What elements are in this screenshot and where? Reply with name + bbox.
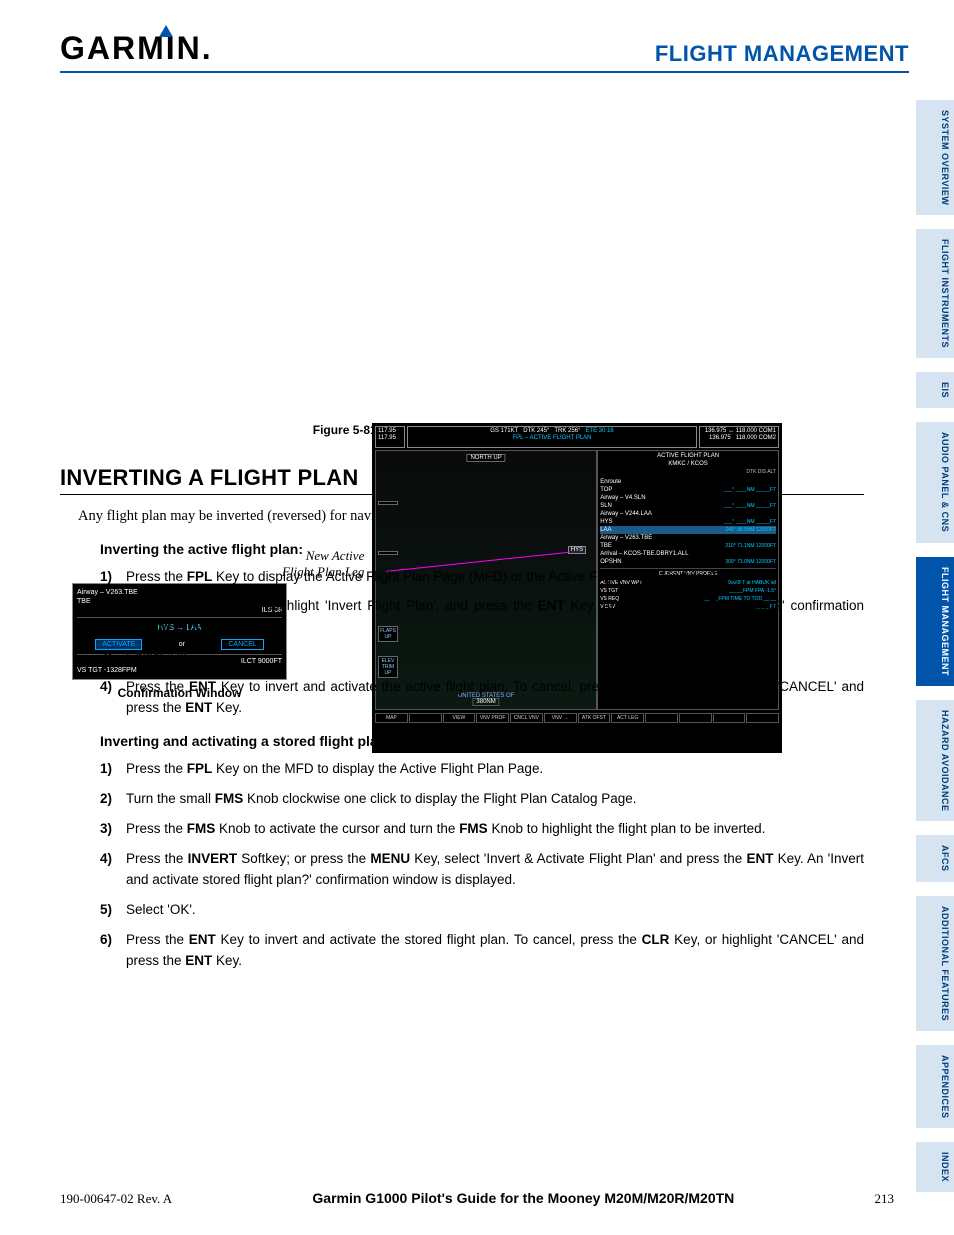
side-tab[interactable]: SYSTEM OVERVIEW (916, 100, 954, 215)
procedure-step: Press the ENT Key to invert and activate… (100, 930, 864, 972)
side-tab[interactable]: HAZARD AVOIDANCE (916, 700, 954, 822)
footer-pagenum: 213 (875, 1191, 895, 1207)
side-tab-bar: SYSTEM OVERVIEW FLIGHT INSTRUMENTS EIS AUDI… (916, 100, 954, 1192)
page-footer: 190-00647-02 Rev. A Garmin G1000 Pilot's… (60, 1190, 894, 1207)
side-tab[interactable]: FLIGHT INSTRUMENTS (916, 229, 954, 358)
procedure-step: Press the FPL Key on the MFD to display … (100, 759, 864, 780)
logo-text: GARMIN (60, 30, 202, 66)
procedure-steps-2: Press the FPL Key on the MFD to display … (100, 759, 864, 971)
logo-triangle-icon (159, 25, 173, 37)
side-tab[interactable]: AUDIO PANEL & CNS (916, 422, 954, 542)
procedure-step: Press the FPL Key to display the Active … (100, 567, 864, 588)
side-tab[interactable]: EIS (916, 372, 954, 408)
side-tab[interactable]: ADDITIONAL FEATURES (916, 896, 954, 1031)
page-header: GARMIN. FLIGHT MANAGEMENT (60, 30, 909, 73)
side-tab[interactable]: APPENDICES (916, 1045, 954, 1129)
side-tab[interactable]: INDEX (916, 1142, 954, 1192)
procedure-step: Select 'OK'. (100, 647, 864, 668)
procedure-step: Press the ENT Key to invert and activate… (100, 677, 864, 719)
section-header: FLIGHT MANAGEMENT (655, 41, 909, 67)
garmin-logo: GARMIN. (60, 30, 227, 67)
procedure-step: Select 'OK'. (100, 900, 864, 921)
figure-area: New ActiveFlight Plan Leg 117.95117.95 G… (102, 423, 822, 437)
procedure-step: Press the MENU Key, highlight 'Invert Fl… (100, 596, 864, 638)
procedure-step: Press the INVERT Softkey; or press the M… (100, 849, 864, 891)
procedure-step: Turn the small FMS Knob clockwise one cl… (100, 789, 864, 810)
footer-docnum: 190-00647-02 Rev. A (60, 1191, 172, 1207)
side-tab[interactable]: AFCS (916, 835, 954, 882)
procedure-step: Press the FMS Knob to activate the curso… (100, 819, 864, 840)
side-tab[interactable]: FLIGHT MANAGEMENT (916, 557, 954, 686)
footer-title: Garmin G1000 Pilot's Guide for the Moone… (172, 1190, 874, 1206)
